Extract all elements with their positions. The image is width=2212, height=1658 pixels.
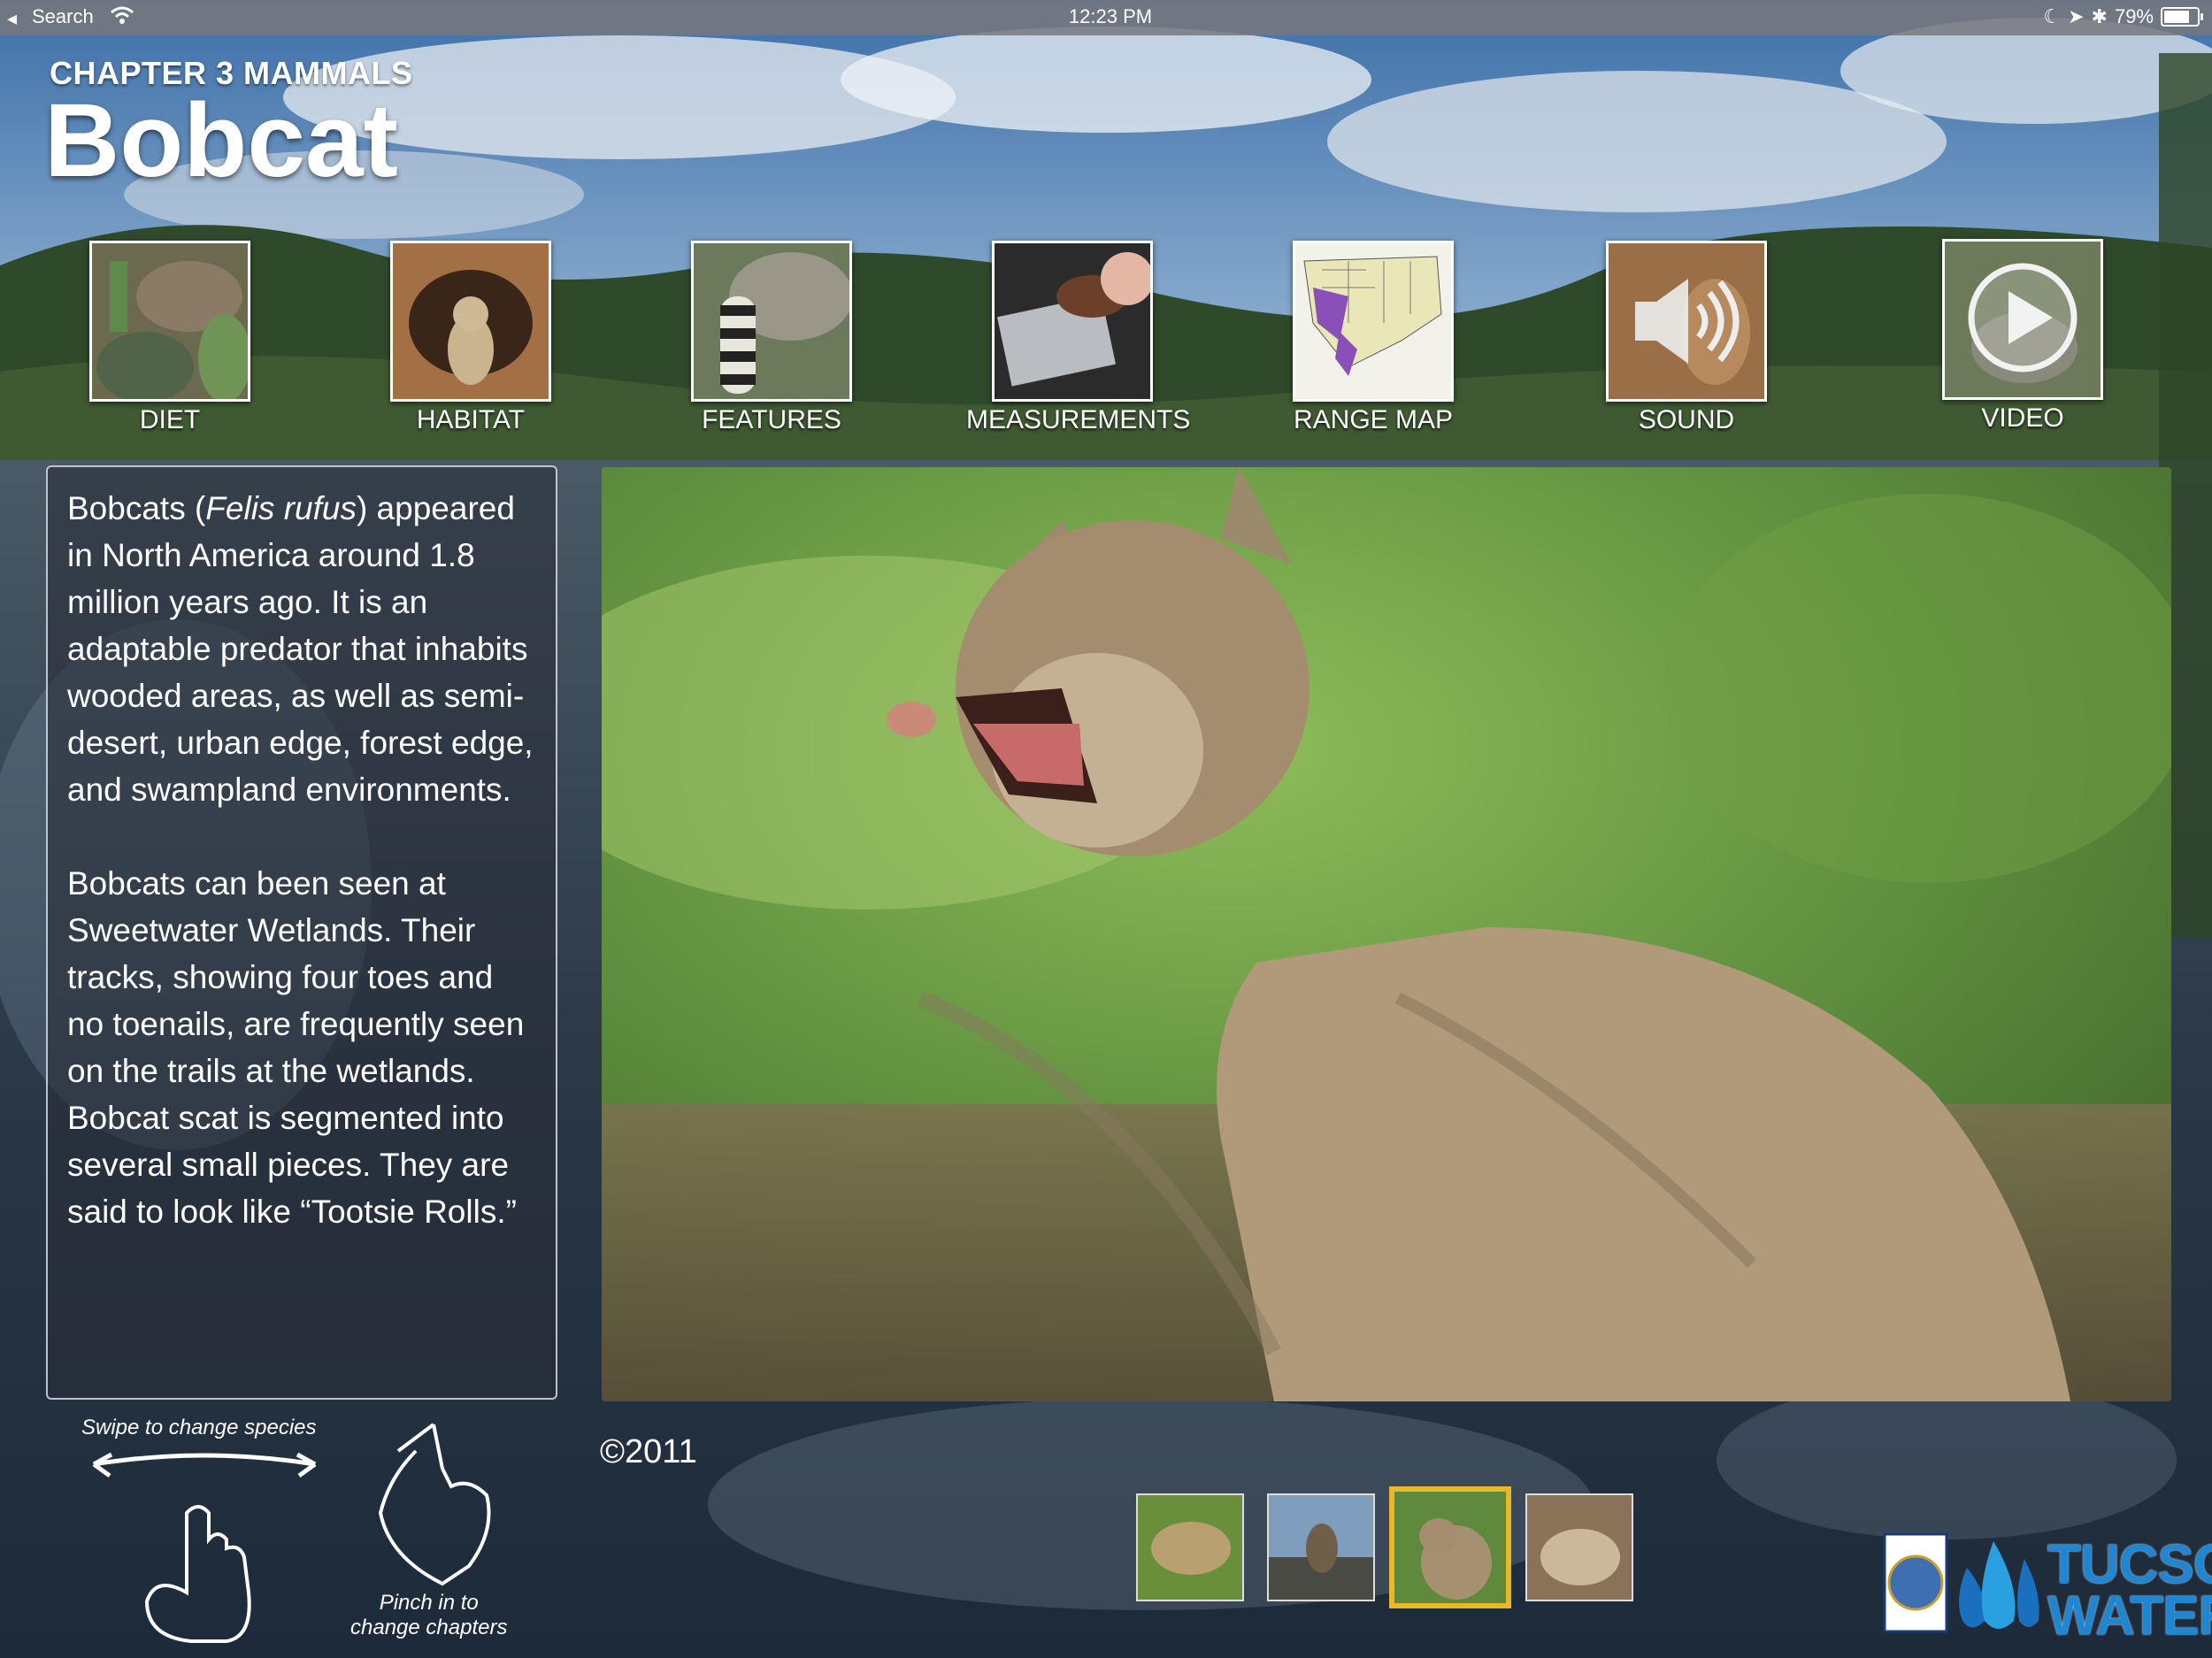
battery-percent: 79% — [2114, 5, 2154, 27]
nav-habitat[interactable]: HABITAT — [365, 241, 577, 435]
status-bar: ◂ Search 12:23 PM ☾ ➤ ✱ 79% — [0, 0, 2212, 35]
location-icon: ➤ — [2068, 5, 2085, 27]
tucson-water-logo — [1883, 1532, 2039, 1633]
back-to-app-link[interactable]: Search — [32, 5, 94, 28]
description-paragraph-2: Bobcats can been seen at Sweetwater Wetl… — [67, 865, 525, 1230]
battery-icon — [2161, 7, 2203, 27]
swipe-gesture-icon — [92, 1452, 317, 1643]
description-panel: Bobcats (Felis rufus) appeared in North … — [46, 465, 557, 1400]
bluetooth-icon: ✱ — [2091, 5, 2108, 27]
description-paragraph-1: Bobcats (Felis rufus) appeared in North … — [67, 490, 534, 808]
measurements-thumbnail[interactable] — [992, 241, 1153, 402]
logo-wordmark: TUCSON WATER — [2047, 1534, 2212, 1646]
main-photo[interactable] — [602, 467, 2171, 1401]
nav-range-map[interactable]: RANGE MAP — [1267, 241, 1479, 435]
habitat-thumbnail[interactable] — [390, 241, 551, 402]
pinch-hint-text: Pinch in to change chapters — [350, 1591, 508, 1639]
gallery-thumbnail-3-active[interactable] — [1389, 1486, 1511, 1608]
status-indicators: ☾ ➤ ✱ 79% — [2043, 5, 2203, 28]
gallery-thumbnail-2[interactable] — [1267, 1493, 1375, 1601]
pinch-gesture-icon — [378, 1423, 491, 1586]
nav-measurements[interactable]: MEASUREMENTS — [966, 241, 1191, 435]
play-icon — [1968, 263, 2078, 372]
swipe-hint-text: Swipe to change species — [81, 1416, 317, 1439]
back-chevron-icon[interactable]: ◂ — [7, 7, 17, 30]
copyright-text: ©2011 — [600, 1433, 697, 1470]
nav-diet[interactable]: DIET — [64, 241, 276, 435]
nav-video[interactable]: VIDEO — [1916, 239, 2129, 434]
nav-sound[interactable]: SOUND — [1580, 241, 1793, 435]
nav-label: VIDEO — [1981, 403, 2064, 433]
nav-label: FEATURES — [702, 405, 841, 434]
wifi-icon — [111, 6, 134, 24]
video-thumbnail[interactable] — [1942, 239, 2103, 400]
nav-label: RANGE MAP — [1293, 405, 1454, 434]
moon-icon: ☾ — [2043, 5, 2062, 27]
gallery-thumbnail-1[interactable] — [1136, 1493, 1244, 1601]
nav-label: SOUND — [1638, 405, 1735, 434]
gallery-thumbnail-4[interactable] — [1525, 1493, 1633, 1601]
nav-features[interactable]: FEATURES — [665, 241, 878, 435]
nav-label: MEASUREMENTS — [966, 405, 1191, 434]
features-thumbnail[interactable] — [691, 241, 852, 402]
sound-thumbnail[interactable] — [1606, 241, 1767, 402]
clock: 12:23 PM — [1068, 5, 1153, 27]
diet-thumbnail[interactable] — [89, 241, 250, 402]
nav-label: HABITAT — [416, 405, 526, 434]
range-map-thumbnail[interactable] — [1293, 241, 1454, 402]
page-title: Bobcat — [44, 82, 398, 199]
nav-label: DIET — [139, 405, 201, 434]
